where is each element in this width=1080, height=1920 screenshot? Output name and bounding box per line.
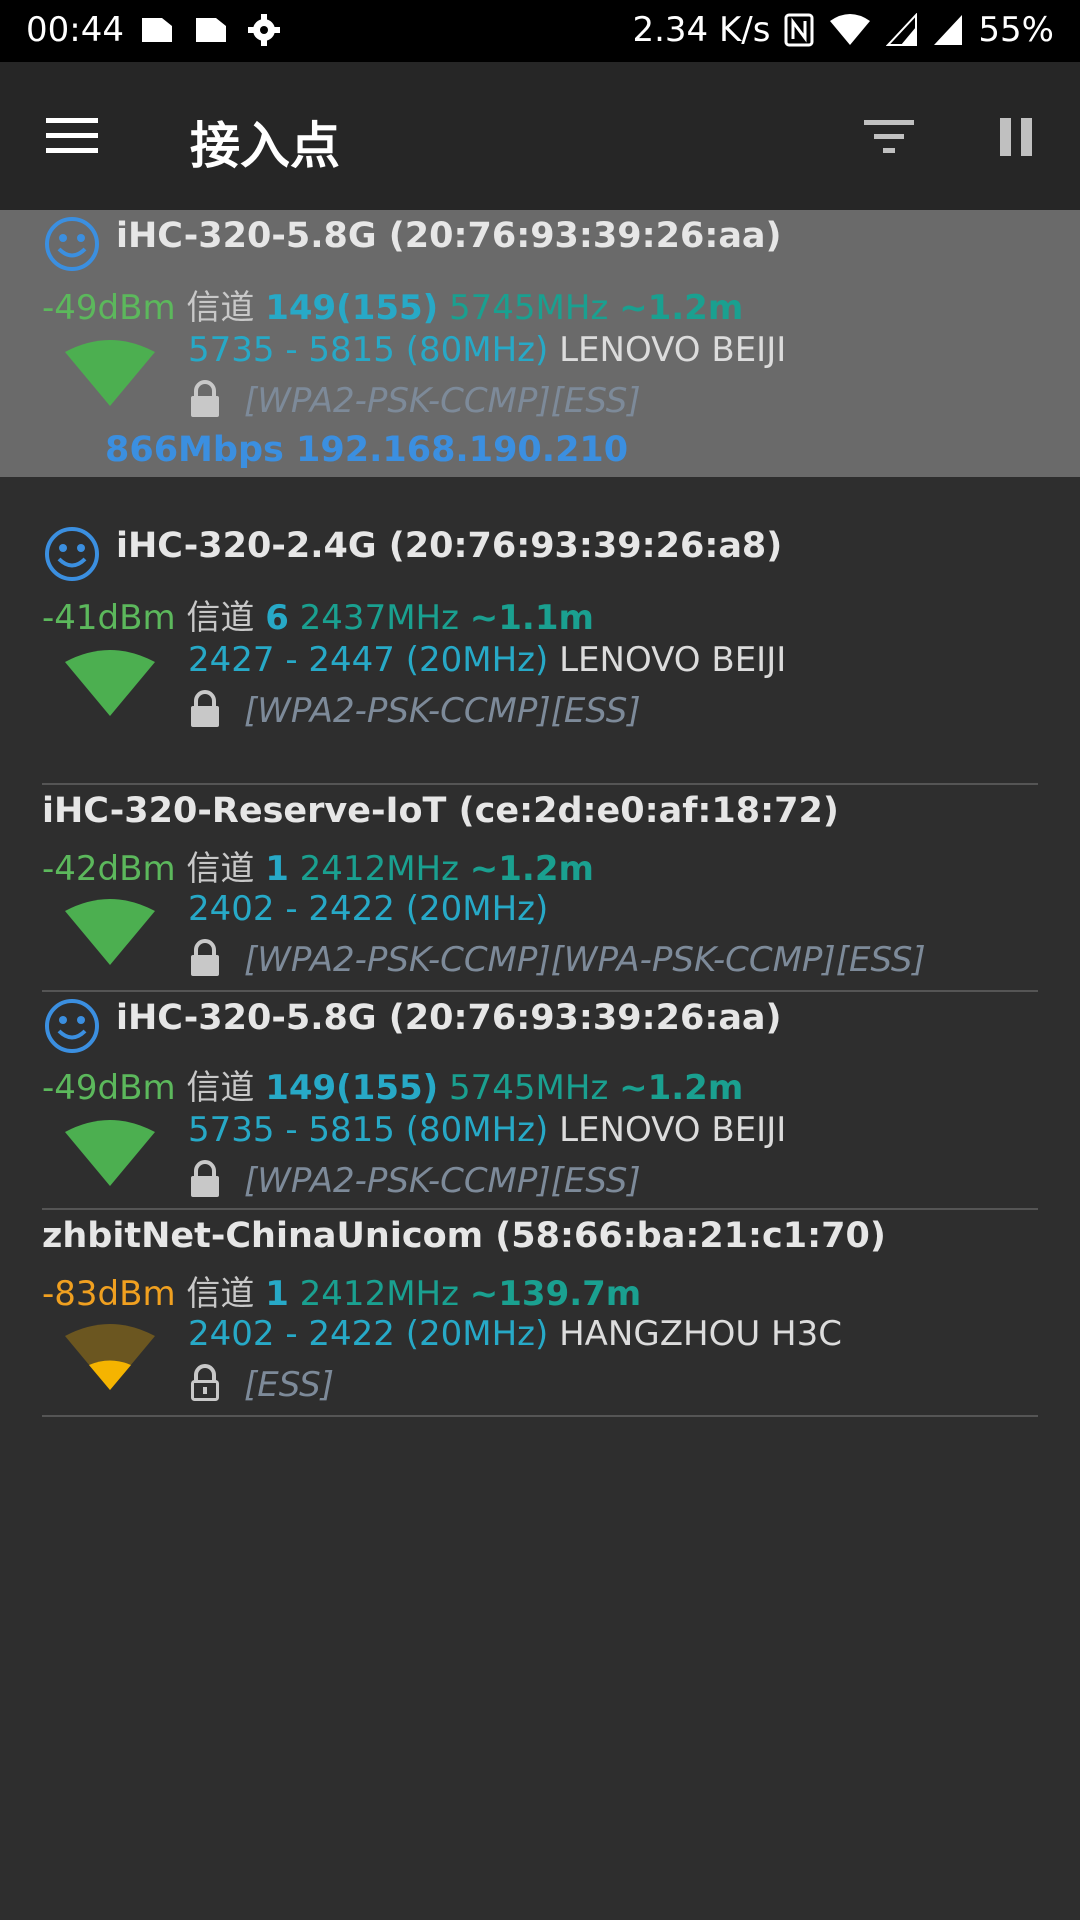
wifi-signal-icon [65, 340, 155, 406]
frequency: 2412MHz [299, 1274, 459, 1314]
network-speed: 2.34 K/s [632, 10, 771, 50]
status-bar: 00:44 2.34 K/s 55% [0, 0, 1080, 62]
lock-icon [191, 690, 219, 727]
access-point-item[interactable]: iHC-320-Reserve-IoT (ce:2d:e0:af:18:72) … [0, 785, 1080, 992]
menu-icon[interactable] [46, 116, 98, 156]
frequency-range: 5735 - 5815 (80MHz) [188, 1110, 549, 1150]
vendor: LENOVO BEIJI [559, 640, 787, 680]
security-flags: [ESS] [244, 1365, 334, 1405]
ssid-bssid: iHC-320-2.4G (20:76:93:39:26:a8) [116, 526, 783, 566]
access-point-item[interactable]: iHC-320-5.8G (20:76:93:39:26:aa) -49dBm … [0, 992, 1080, 1210]
security-line: [WPA2-PSK-CCMP][ESS] [188, 380, 641, 421]
signal-strength: -83dBm [42, 1274, 176, 1314]
page-title: 接入点 [190, 117, 340, 175]
range-line: 5735 - 5815 (80MHz) LENOVO BEIJI [188, 1110, 786, 1150]
link-info: 866Mbps 192.168.190.210 [105, 430, 629, 470]
security-line: [ESS] [188, 1364, 334, 1405]
range-line: 2402 - 2422 (20MHz) [188, 889, 548, 929]
frequency-range: 5735 - 5815 (80MHz) [188, 330, 549, 370]
wifi-signal-icon [65, 899, 155, 965]
vendor: LENOVO BEIJI [559, 330, 787, 370]
signal-strength: -41dBm [42, 598, 176, 638]
frequency-range: 2402 - 2422 (20MHz) [188, 889, 549, 929]
settings-gear-icon [248, 14, 280, 46]
signal-line: -49dBm 信道 149(155) 5745MHz ~1.2m [42, 280, 743, 329]
status-right: 2.34 K/s 55% [632, 10, 1054, 50]
frequency-range: 2402 - 2422 (20MHz) [188, 1314, 549, 1354]
vendor: LENOVO BEIJI [559, 1110, 787, 1150]
security-line: [WPA2-PSK-CCMP][ESS] [188, 690, 641, 731]
channel-number: 149(155) [265, 1068, 439, 1108]
wifi-signal-icon [65, 650, 155, 716]
ssid-bssid: iHC-320-Reserve-IoT (ce:2d:e0:af:18:72) [42, 791, 839, 831]
distance: ~1.1m [469, 598, 594, 638]
range-line: 5735 - 5815 (80MHz) LENOVO BEIJI [188, 330, 786, 370]
frequency: 2412MHz [299, 849, 459, 889]
ssid-bssid: iHC-320-5.8G (20:76:93:39:26:aa) [116, 216, 782, 256]
unlock-icon [191, 1364, 219, 1401]
range-line: 2427 - 2447 (20MHz) LENOVO BEIJI [188, 640, 786, 680]
frequency: 5745MHz [449, 1068, 609, 1108]
file-icon [142, 18, 172, 42]
frequency-range: 2427 - 2447 (20MHz) [188, 640, 549, 680]
access-point-item[interactable]: zhbitNet-ChinaUnicom (58:66:ba:21:c1:70)… [0, 1210, 1080, 1417]
wifi-status-icon [830, 14, 871, 45]
divider [42, 1415, 1038, 1417]
connected-smiley-icon [45, 217, 99, 271]
wifi-weak-signal-icon [65, 1324, 155, 1390]
vendor: HANGZHOU H3C [559, 1314, 842, 1354]
security-flags: [WPA2-PSK-CCMP][ESS] [244, 691, 641, 731]
signal-line: -42dBm 信道 1 2412MHz ~1.2m [42, 841, 594, 890]
channel-label: 信道 [186, 1068, 255, 1108]
connected-smiley-icon [45, 999, 99, 1053]
frequency: 5745MHz [449, 288, 609, 328]
distance: ~1.2m [469, 849, 594, 889]
channel-label: 信道 [186, 1274, 255, 1314]
security-flags: [WPA2-PSK-CCMP][ESS] [244, 381, 641, 421]
nfc-icon [784, 13, 814, 47]
signal-line: -49dBm 信道 149(155) 5745MHz ~1.2m [42, 1060, 743, 1109]
app-bar: 接入点 [0, 62, 1080, 210]
access-point-item[interactable]: iHC-320-5.8G (20:76:93:39:26:aa) -49dBm … [0, 210, 1080, 477]
status-time: 00:44 [26, 10, 124, 50]
notification-icons [140, 14, 280, 46]
distance: ~1.2m [619, 1068, 744, 1108]
channel-label: 信道 [186, 849, 255, 889]
ssid-bssid: zhbitNet-ChinaUnicom (58:66:ba:21:c1:70) [42, 1216, 886, 1256]
channel-number: 6 [265, 598, 289, 638]
range-line: 2402 - 2422 (20MHz) HANGZHOU H3C [188, 1314, 842, 1354]
signal-line: -41dBm 信道 6 2437MHz ~1.1m [42, 590, 594, 639]
filter-icon[interactable] [862, 116, 916, 156]
channel-number: 1 [265, 1274, 289, 1314]
channel-label: 信道 [186, 288, 255, 328]
security-line: [WPA2-PSK-CCMP][WPA-PSK-CCMP][ESS] [188, 939, 926, 980]
file-icon [196, 18, 226, 42]
access-point-item[interactable]: iHC-320-2.4G (20:76:93:39:26:a8) -41dBm … [0, 526, 1080, 785]
security-flags: [WPA2-PSK-CCMP][ESS] [244, 1161, 641, 1201]
pause-icon[interactable] [998, 114, 1034, 158]
signal-strength: -49dBm [42, 288, 176, 328]
battery-level: 55% [978, 10, 1054, 50]
security-flags: [WPA2-PSK-CCMP][WPA-PSK-CCMP][ESS] [244, 940, 926, 980]
lock-icon [191, 1160, 219, 1197]
lock-icon [191, 939, 219, 976]
connected-smiley-icon [45, 527, 99, 581]
signal-icon [886, 13, 918, 46]
channel-number: 1 [265, 849, 289, 889]
signal-line: -83dBm 信道 1 2412MHz ~139.7m [42, 1266, 641, 1315]
channel-number: 149(155) [265, 288, 439, 328]
access-point-list: iHC-320-5.8G (20:76:93:39:26:aa) -49dBm … [0, 210, 1080, 1417]
lock-icon [191, 380, 219, 417]
signal-strength: -49dBm [42, 1068, 176, 1108]
frequency: 2437MHz [299, 598, 459, 638]
ssid-bssid: iHC-320-5.8G (20:76:93:39:26:aa) [116, 998, 782, 1038]
signal-icon [934, 15, 963, 45]
security-line: [WPA2-PSK-CCMP][ESS] [188, 1160, 641, 1201]
signal-strength: -42dBm [42, 849, 176, 889]
distance: ~139.7m [469, 1274, 642, 1314]
channel-label: 信道 [186, 598, 255, 638]
wifi-signal-icon [65, 1120, 155, 1186]
distance: ~1.2m [619, 288, 744, 328]
